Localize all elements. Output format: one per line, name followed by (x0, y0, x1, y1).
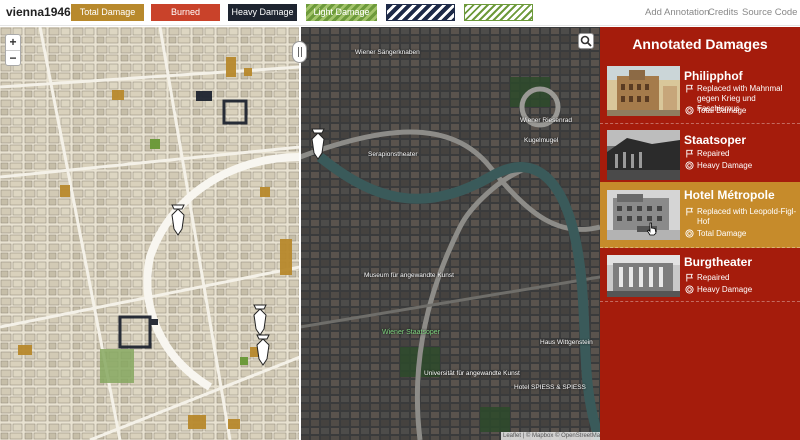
map-label-riesenrad: Wiener Riesenrad (520, 117, 573, 124)
swipe-divider-line[interactable] (299, 27, 301, 440)
search-icon (580, 35, 592, 47)
historic-map-layer[interactable] (0, 27, 300, 440)
legend-total-damage[interactable]: Total Damage (71, 4, 144, 21)
map-view[interactable]: Wiener Sängerknaben Wiener Riesenrad Kug… (0, 27, 600, 440)
source-code-link[interactable]: Source Code (742, 7, 797, 18)
card-status-row: Repaired (685, 273, 797, 284)
target-icon (685, 106, 694, 115)
target-icon (685, 229, 694, 238)
zoom-control: + − (5, 34, 21, 66)
card-damage: Heavy Damage (697, 285, 753, 294)
navbar: vienna1946 Total Damage Burned Heavy Dam… (0, 0, 800, 26)
map-label-serapionstheater: Serapionstheater (368, 151, 418, 158)
map-label-sangerknaben: Wiener Sängerknaben (355, 49, 420, 56)
card-damage: Total Damage (697, 106, 747, 115)
map-label-kugelmugel: Kugelmugel (524, 137, 559, 144)
flag-icon (686, 149, 693, 158)
card-title: Hotel Métropole (684, 188, 775, 202)
map-attribution[interactable]: Leaflet | © Mapbox © OpenStreetMap (501, 432, 600, 440)
card-status: Replaced with Leopold-Figl-Hof (697, 207, 797, 226)
card-status-row: Repaired (685, 149, 797, 160)
target-icon (685, 161, 694, 170)
target-icon (685, 285, 694, 294)
zoom-in-button[interactable]: + (6, 35, 20, 50)
grip-line (301, 47, 302, 57)
search-button[interactable] (578, 33, 594, 49)
credits-link[interactable]: Credits (708, 7, 738, 18)
damage-card-staatsoper[interactable]: Staatsoper Repaired Heavy Damage (600, 125, 800, 188)
card-thumbnail (607, 255, 680, 297)
flag-icon (686, 207, 693, 216)
card-damage-row: Heavy Damage (685, 161, 797, 172)
zoom-out-button[interactable]: − (6, 50, 20, 65)
satellite-map-layer[interactable]: Wiener Sängerknaben Wiener Riesenrad Kug… (300, 27, 600, 440)
card-thumbnail (607, 190, 680, 240)
card-status: Repaired (697, 149, 730, 158)
card-title: Philipphof (684, 69, 743, 83)
add-annotation-link[interactable]: Add Annotation (645, 7, 709, 18)
card-status-row: Replaced with Leopold-Figl-Hof (685, 207, 797, 227)
damage-card-philipphof[interactable]: Philipphof Replaced with Mahnmal gegen K… (600, 61, 800, 124)
sidebar-title: Annotated Damages (632, 36, 768, 52)
card-status: Repaired (697, 273, 730, 282)
card-thumbnail (607, 66, 680, 116)
card-damage-row: Total Damage (685, 229, 797, 240)
damage-card-hotel-metropole[interactable]: Hotel Métropole Replaced with Leopold-Fi… (600, 182, 800, 248)
swipe-divider-handle[interactable] (292, 41, 307, 63)
flag-icon (686, 273, 693, 282)
satellite-map-drawing (300, 27, 600, 440)
map-label-museum: Museum für angewandte Kunst (364, 272, 454, 279)
legend-burned[interactable]: Burned (151, 4, 220, 21)
legend-hatched-green[interactable] (464, 4, 533, 21)
philipphof-photo (607, 66, 680, 116)
burgtheater-photo (607, 255, 680, 297)
map-label-wittgenstein: Haus Wittgenstein (540, 339, 593, 346)
legend-hatched-dark[interactable] (386, 4, 455, 21)
map-label-universitat: Universität für angewandte Kunst (424, 370, 520, 377)
legend-light-damage[interactable]: Light Damage (306, 4, 377, 21)
hotel-metropole-photo (607, 190, 680, 240)
card-thumbnail (607, 130, 680, 180)
legend-heavy-damage[interactable]: Heavy Damage (228, 4, 297, 21)
card-status-row: Replaced with Mahnmal gegen Krieg und Fa… (685, 84, 797, 113)
card-title: Staatsoper (684, 133, 747, 147)
card-damage-row: Total Damage (685, 106, 797, 117)
card-damage-row: Heavy Damage (685, 285, 797, 296)
annotations-sidebar: Annotated Damages Philipphof Replaced wi… (600, 27, 800, 440)
map-label-hotel-spiess: Hotel SPIESS & SPIESS (514, 384, 586, 391)
flag-icon (686, 84, 693, 93)
card-damage: Total Damage (697, 229, 747, 238)
historic-map-drawing (0, 27, 300, 440)
damage-card-burgtheater[interactable]: Burgtheater Repaired Heavy Damage (600, 249, 800, 302)
brand-title[interactable]: vienna1946 (6, 5, 71, 19)
staatsoper-photo (607, 130, 680, 180)
card-title: Burgtheater (684, 255, 753, 269)
card-damage: Heavy Damage (697, 161, 753, 170)
grip-line (298, 47, 299, 57)
hand-cursor-icon (646, 222, 657, 236)
map-label-stadtpark: Wiener Staatsoper (382, 329, 440, 336)
